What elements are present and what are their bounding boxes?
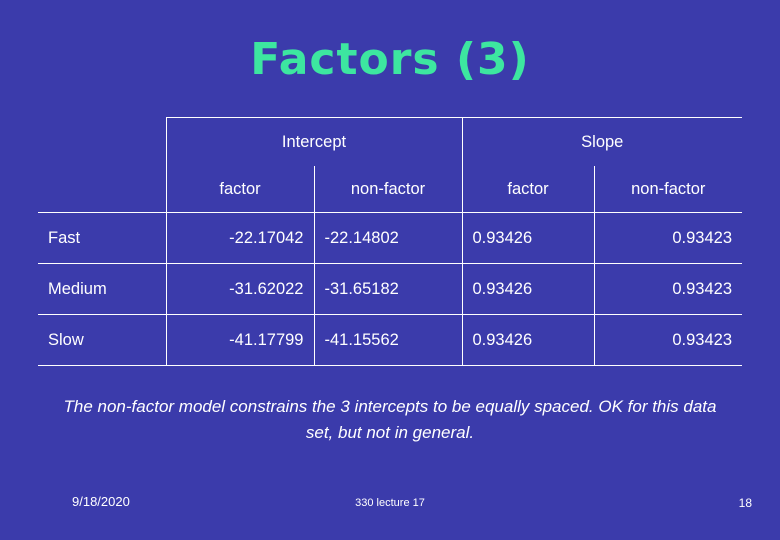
sub-header-intercept-factor: factor <box>165 166 315 213</box>
footer-lecture-label: 330 lecture 17 <box>355 497 425 509</box>
results-table-wrapper: Intercept Slope factor non-factor factor… <box>38 117 743 366</box>
sub-header-slope-factor: factor <box>461 166 595 213</box>
sub-header-blank <box>38 166 166 213</box>
cell-medium-intercept-factor: -31.62022 <box>165 263 315 315</box>
cell-fast-slope-factor: 0.93426 <box>461 212 595 264</box>
cell-slow-slope-nonfactor: 0.93423 <box>593 314 743 366</box>
cell-slow-intercept-nonfactor: -41.15562 <box>313 314 463 366</box>
row-label-medium: Medium <box>38 263 167 315</box>
results-table: Intercept Slope factor non-factor factor… <box>38 117 743 366</box>
table-corner-cell <box>38 118 166 167</box>
cell-fast-intercept-factor: -22.17042 <box>165 212 315 264</box>
table-group-header-row: Intercept Slope <box>38 117 743 167</box>
cell-medium-intercept-nonfactor: -31.65182 <box>313 263 463 315</box>
group-header-slope: Slope <box>461 117 743 166</box>
cell-slow-intercept-factor: -41.17799 <box>165 314 315 366</box>
table-row: Medium -31.62022 -31.65182 0.93426 0.934… <box>38 263 743 315</box>
sub-header-intercept-nonfactor: non-factor <box>313 166 463 213</box>
page-title: Factors (3) <box>250 34 530 85</box>
cell-slow-slope-factor: 0.93426 <box>461 314 595 366</box>
footer-page-number: 18 <box>738 496 752 510</box>
sub-header-slope-nonfactor: non-factor <box>593 166 743 213</box>
slide: Factors (3) Intercept Slope factor non-f… <box>0 0 780 540</box>
cell-medium-slope-nonfactor: 0.93423 <box>593 263 743 315</box>
table-row: Fast -22.17042 -22.14802 0.93426 0.93423 <box>38 212 743 264</box>
row-label-slow: Slow <box>38 314 167 366</box>
table-sub-header-row: factor non-factor factor non-factor <box>38 166 743 213</box>
group-header-intercept: Intercept <box>165 117 463 166</box>
cell-fast-intercept-nonfactor: -22.14802 <box>313 212 463 264</box>
cell-medium-slope-factor: 0.93426 <box>461 263 595 315</box>
table-row: Slow -41.17799 -41.15562 0.93426 0.93423 <box>38 314 743 366</box>
cell-fast-slope-nonfactor: 0.93423 <box>593 212 743 264</box>
row-label-fast: Fast <box>38 212 167 264</box>
slide-caption: The non-factor model constrains the 3 in… <box>63 397 717 442</box>
